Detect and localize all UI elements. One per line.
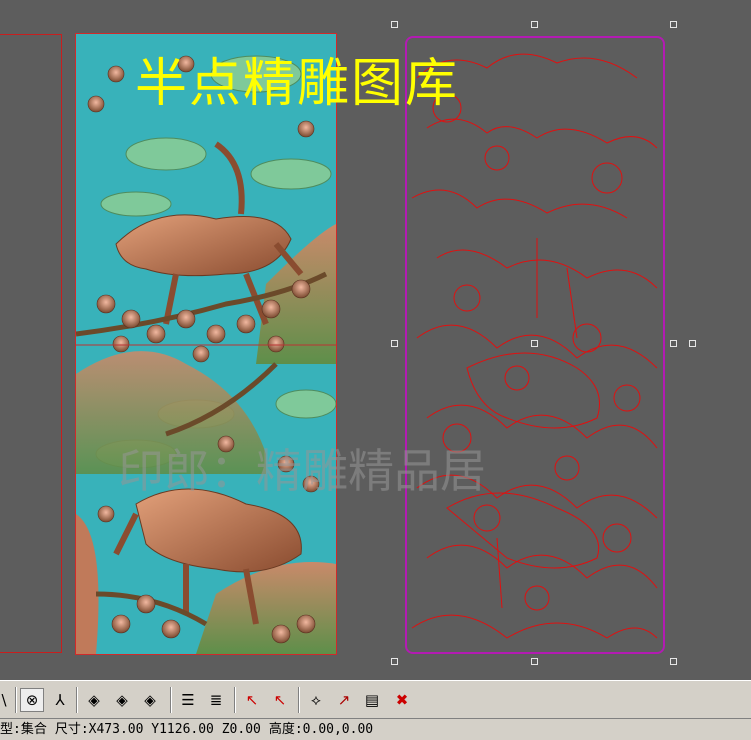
selection-handle-rotate[interactable] xyxy=(689,340,696,347)
status-bar: 型:集合 尺寸:X473.00 Y1126.00 Z0.00 高度:0.00,0.0… xyxy=(0,718,751,740)
design-canvas[interactable]: 半点精雕图库 印郎：精雕精品居 xyxy=(0,0,751,680)
document-edit-icon[interactable]: ▤ xyxy=(360,688,384,712)
toolbar-separator xyxy=(76,687,78,713)
toolbar-separator xyxy=(234,687,236,713)
relief-image xyxy=(76,34,336,654)
status-object-height: 高度:0.00,0.00 xyxy=(268,722,374,737)
status-object-size: 尺寸:X473.00 Y1126.00 Z0.00 xyxy=(54,722,261,737)
pointer-remove-icon[interactable]: ↖ xyxy=(268,688,292,712)
selection-handle-bottom-center[interactable] xyxy=(531,658,538,665)
snap-point-icon[interactable]: ⊗ xyxy=(20,688,44,712)
partial-panel-outline[interactable] xyxy=(0,34,62,653)
watermark-top: 半点精雕图库 xyxy=(135,54,460,114)
relief-carving-preview[interactable] xyxy=(75,33,337,655)
node-diamond-1-icon[interactable]: ◈ xyxy=(82,688,106,712)
selection-handle-bottom-left[interactable] xyxy=(391,658,398,665)
selection-handle-center[interactable] xyxy=(531,340,538,347)
delete-icon[interactable]: ✖ xyxy=(390,688,414,712)
selection-handle-middle-right[interactable] xyxy=(670,340,677,347)
toolbar-separator xyxy=(170,687,172,713)
selection-handle-top-right[interactable] xyxy=(670,21,677,28)
curve-edit-icon[interactable]: ↗ xyxy=(332,688,356,712)
selection-handle-bottom-right[interactable] xyxy=(670,658,677,665)
watermark-middle: 印郎：精雕精品居 xyxy=(118,444,486,498)
node-diamond-2-icon[interactable]: ◈ xyxy=(110,688,134,712)
node-diamond-3-icon[interactable]: ◈ xyxy=(138,688,162,712)
node-select-tool-icon[interactable]: \ xyxy=(0,688,16,712)
layer-lines-icon[interactable]: ☰ xyxy=(176,688,200,712)
toolbar-separator xyxy=(298,687,300,713)
selection-handle-top-center[interactable] xyxy=(531,21,538,28)
pointer-add-icon[interactable]: ↖ xyxy=(240,688,264,712)
bottom-toolbar: \ ⊗ ⅄ ◈ ◈ ◈ ☰ ≣ ↖ ↖ ⟡ ↗ ▤ ✖ xyxy=(0,680,751,718)
selection-handle-top-left[interactable] xyxy=(391,21,398,28)
edit-path-icon[interactable]: ⟡ xyxy=(304,688,328,712)
snap-angle-icon[interactable]: ⅄ xyxy=(48,688,72,712)
toolbar-separator xyxy=(15,687,17,713)
selection-handle-middle-left[interactable] xyxy=(391,340,398,347)
layer-merge-icon[interactable]: ≣ xyxy=(204,688,228,712)
status-object-type: 型:集合 xyxy=(0,722,47,737)
